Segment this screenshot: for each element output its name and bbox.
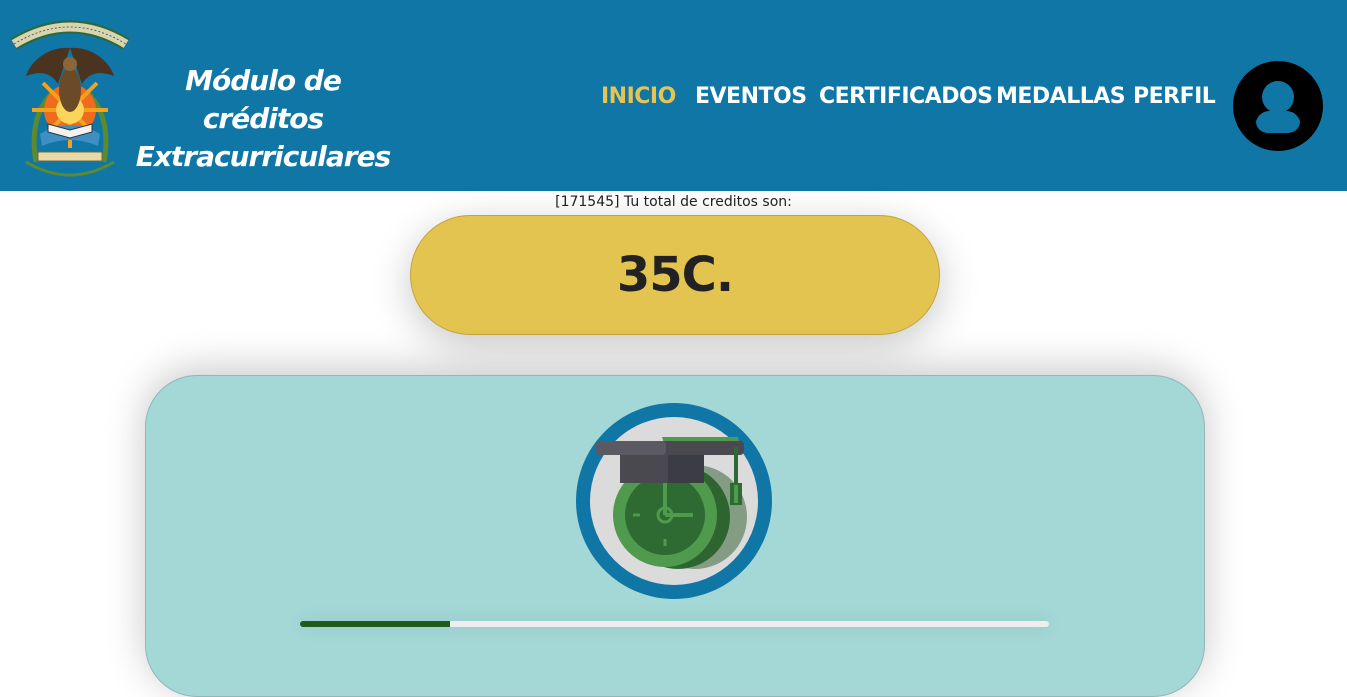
- nav-item-certificados[interactable]: CERTIFICADOS: [819, 84, 993, 109]
- university-seal-icon: [10, 20, 130, 177]
- credits-label: [171545] Tu total de creditos son:: [555, 194, 792, 210]
- university-logo[interactable]: [8, 12, 132, 180]
- nav-item-medallas[interactable]: MEDALLAS: [996, 84, 1126, 109]
- user-avatar-button[interactable]: [1233, 61, 1323, 151]
- nav-item-inicio[interactable]: INICIO: [601, 84, 676, 109]
- header-bar: Módulo de créditos Extracurriculares INI…: [0, 0, 1347, 191]
- credits-progress-fill: [300, 621, 450, 627]
- nav-item-eventos[interactable]: EVENTOS: [695, 84, 807, 109]
- nav-item-perfil[interactable]: PERFIL: [1133, 84, 1216, 109]
- graduation-cap-clock-icon: [576, 403, 772, 599]
- app-title-line1: Módulo de créditos: [185, 64, 342, 135]
- app-title: Módulo de créditos Extracurriculares: [128, 62, 398, 176]
- badge-container: [568, 401, 780, 601]
- app-title-line2: Extracurriculares: [135, 140, 392, 173]
- user-circle-icon: [1233, 61, 1323, 151]
- credits-total-pill: 35C.: [410, 215, 940, 335]
- credits-progress-bar: [300, 621, 1049, 627]
- credits-total-value: 35C.: [616, 247, 734, 303]
